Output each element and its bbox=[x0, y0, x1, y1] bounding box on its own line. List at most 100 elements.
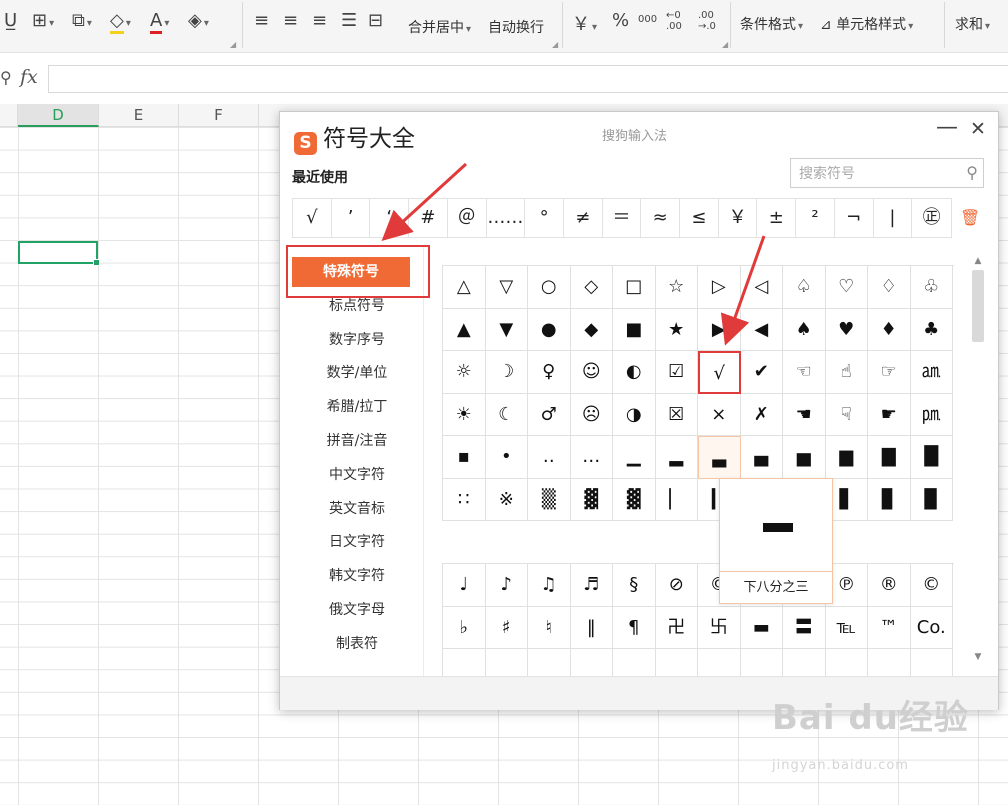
cell-style-button[interactable]: ⊿ 单元格样式 ▾ bbox=[820, 14, 913, 38]
scroll-thumb[interactable] bbox=[972, 270, 984, 342]
symbol-cell[interactable]: ㏘ bbox=[910, 393, 953, 436]
symbol-cell[interactable] bbox=[911, 649, 953, 677]
symbol-cell[interactable]: √ bbox=[698, 351, 741, 394]
category-item[interactable]: 英文音标 bbox=[292, 499, 422, 519]
recent-symbol[interactable]: ≤ bbox=[680, 199, 719, 237]
category-item[interactable]: 拼音/注音 bbox=[292, 431, 422, 451]
recent-symbol[interactable]: ± bbox=[757, 199, 797, 237]
eraser-icon[interactable]: ◈ ▾ bbox=[188, 10, 209, 31]
symbol-cell[interactable]: ♡ bbox=[825, 266, 868, 309]
symbol-cell[interactable]: ™ bbox=[868, 606, 911, 649]
symbol-cell[interactable]: ‖ bbox=[570, 606, 613, 649]
currency-button[interactable]: ￥ ▾ bbox=[572, 10, 597, 36]
symbol-cell[interactable]: ◐ bbox=[613, 351, 656, 394]
trash-icon[interactable]: 🗑 bbox=[960, 208, 980, 227]
recent-symbol[interactable]: ≈ bbox=[641, 199, 681, 237]
symbol-cell[interactable]: ☺ bbox=[570, 351, 613, 394]
symbol-cell[interactable]: ® bbox=[868, 564, 911, 607]
symbol-cell[interactable]: ☾ bbox=[485, 393, 528, 436]
symbol-cell[interactable]: ☚ bbox=[783, 393, 826, 436]
symbol-cell[interactable]: ♩ bbox=[443, 564, 486, 607]
symbol-cell[interactable]: ☑ bbox=[655, 351, 698, 394]
symbol-cell[interactable]: ▪ bbox=[443, 436, 486, 479]
formula-input[interactable] bbox=[48, 65, 1008, 93]
zoom-search-icon[interactable]: ⚲ bbox=[0, 68, 12, 87]
symbol-cell[interactable]: ☒ bbox=[655, 393, 698, 436]
merge-center-button[interactable]: 合并居中 ▾ bbox=[408, 17, 471, 41]
symbol-cell[interactable]: △ bbox=[443, 266, 486, 309]
recent-symbol[interactable]: ¬ bbox=[835, 199, 874, 237]
recent-symbol[interactable]: ‘ bbox=[370, 199, 410, 237]
recent-symbol[interactable]: ㊣ bbox=[912, 199, 951, 237]
symbol-cell[interactable]: ■ bbox=[613, 308, 656, 351]
recent-symbol[interactable]: ￥ bbox=[719, 199, 758, 237]
auto-wrap-button[interactable]: 自动换行 bbox=[488, 17, 544, 39]
symbol-cell[interactable]: ♥ bbox=[825, 308, 868, 351]
symbol-cell[interactable]: ▓ bbox=[613, 478, 656, 521]
close-button[interactable]: ✕ bbox=[970, 118, 986, 140]
category-item[interactable]: 希腊/拉丁 bbox=[292, 397, 422, 417]
symbol-cell[interactable]: ♤ bbox=[783, 266, 826, 309]
symbol-cell[interactable]: ♮ bbox=[528, 606, 571, 649]
symbol-cell[interactable]: ☜ bbox=[783, 351, 826, 394]
symbol-cell[interactable]: ○ bbox=[528, 266, 571, 309]
symbol-cell[interactable] bbox=[698, 649, 741, 677]
symbol-cell[interactable] bbox=[528, 649, 571, 677]
symbol-cell[interactable] bbox=[656, 649, 698, 677]
align-left-icon[interactable]: ≡ bbox=[254, 10, 269, 31]
symbol-cell[interactable] bbox=[613, 649, 656, 677]
column-header-e[interactable]: E bbox=[99, 104, 179, 127]
distributed-align-icon[interactable]: ⊟ bbox=[368, 10, 383, 31]
symbol-cell[interactable]: ▂ bbox=[655, 436, 698, 479]
symbol-cell[interactable]: ☝ bbox=[825, 351, 868, 394]
symbol-cell[interactable]: ◁ bbox=[740, 266, 783, 309]
symbol-cell[interactable]: ♯ bbox=[485, 606, 528, 649]
symbol-cell[interactable]: ♧ bbox=[910, 266, 953, 309]
symbol-cell[interactable]: 〓 bbox=[783, 606, 826, 649]
symbol-cell[interactable] bbox=[783, 649, 826, 677]
symbol-cell[interactable]: ▼ bbox=[485, 308, 528, 351]
symbol-cell[interactable]: ▃ bbox=[698, 436, 741, 479]
symbol-cell[interactable]: ♫ bbox=[528, 564, 571, 607]
symbol-cell[interactable]: ▆ bbox=[825, 436, 868, 479]
category-item[interactable]: 制表符 bbox=[292, 634, 422, 654]
border-icon[interactable]: ⊞ ▾ bbox=[32, 10, 54, 31]
symbol-cell[interactable]: ♠ bbox=[783, 308, 826, 351]
symbol-cell[interactable]: ☼ bbox=[443, 351, 486, 394]
decrease-decimal-button[interactable]: .00 →.0 bbox=[698, 10, 726, 32]
symbol-cell[interactable]: ▒ bbox=[528, 478, 571, 521]
symbol-cell[interactable]: □ bbox=[613, 266, 656, 309]
symbol-cell[interactable]: ▏ bbox=[655, 478, 698, 521]
symbol-search[interactable]: ⚲ bbox=[790, 158, 984, 188]
symbol-cell[interactable]: ☟ bbox=[825, 393, 868, 436]
align-right-icon[interactable]: ≡ bbox=[312, 10, 327, 31]
symbol-cell[interactable]: ☞ bbox=[868, 351, 911, 394]
symbol-cell[interactable]: • bbox=[485, 436, 528, 479]
category-item[interactable]: 韩文字符 bbox=[292, 566, 422, 586]
symbol-cell[interactable]: ● bbox=[528, 308, 571, 351]
symbol-cell[interactable]: 卐 bbox=[698, 606, 741, 649]
category-item[interactable]: 俄文字母 bbox=[292, 600, 422, 620]
symbol-cell[interactable]: ∷ bbox=[443, 478, 486, 521]
symbol-cell[interactable]: ‥ bbox=[528, 436, 571, 479]
symbol-cell[interactable]: ★ bbox=[655, 308, 698, 351]
recent-symbol[interactable]: ＝ bbox=[603, 199, 642, 237]
symbol-cell[interactable] bbox=[486, 649, 528, 677]
search-icon[interactable]: ⚲ bbox=[966, 163, 978, 182]
symbol-cell[interactable]: × bbox=[698, 393, 741, 436]
symbol-cell[interactable]: ◑ bbox=[613, 393, 656, 436]
recent-symbol[interactable]: ² bbox=[796, 199, 835, 237]
symbol-cell[interactable]: ¶ bbox=[613, 606, 656, 649]
symbol-cell[interactable]: ☛ bbox=[868, 393, 911, 436]
symbol-cell[interactable]: ◆ bbox=[570, 308, 613, 351]
symbol-cell[interactable]: ☀ bbox=[443, 393, 486, 436]
symbol-cell[interactable]: ◇ bbox=[570, 266, 613, 309]
underline-icon[interactable]: U̲ bbox=[4, 10, 17, 31]
symbol-cell[interactable]: ▇ bbox=[868, 436, 911, 479]
expand-icon[interactable]: ◢ bbox=[230, 40, 236, 49]
symbol-cell[interactable]: Co. bbox=[910, 606, 953, 649]
minimize-button[interactable]: — bbox=[936, 115, 958, 140]
symbol-cell[interactable]: ▅ bbox=[783, 436, 826, 479]
recent-symbol[interactable]: …… bbox=[487, 199, 526, 237]
symbol-cell[interactable]: © bbox=[910, 564, 953, 607]
